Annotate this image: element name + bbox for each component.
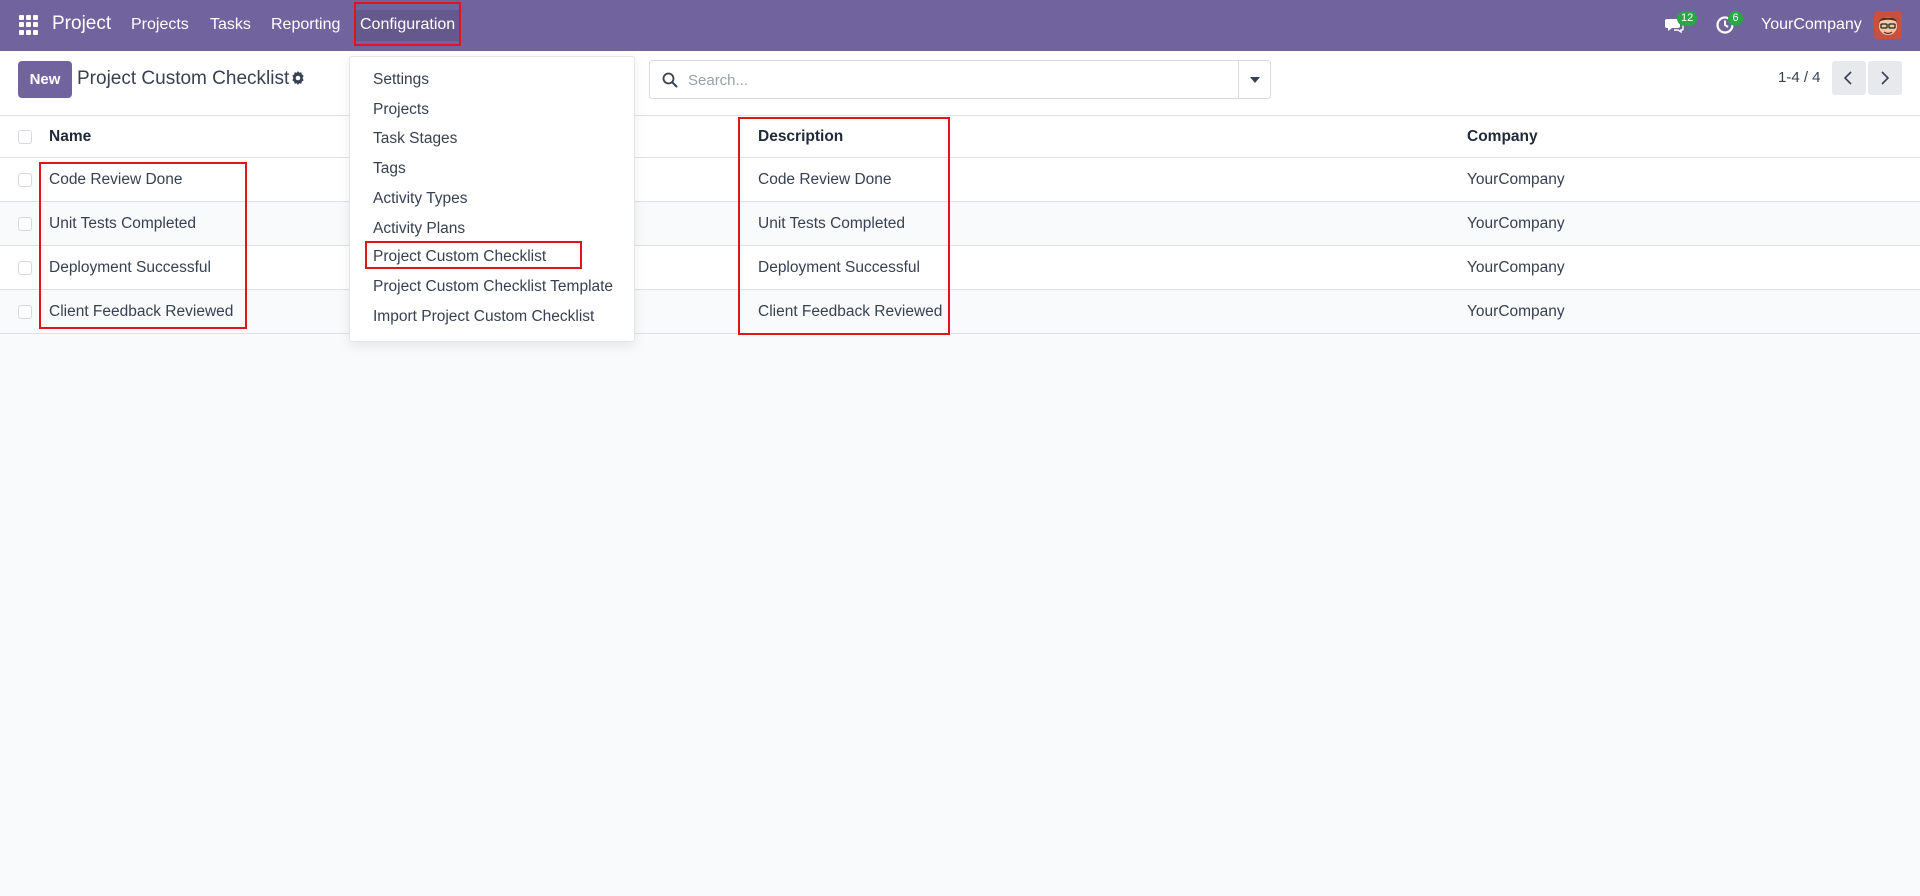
- table-row[interactable]: Code Review Done Code Review Done YourCo…: [0, 158, 1920, 202]
- configuration-dropdown: Settings Projects Task Stages Tags Activ…: [349, 56, 635, 342]
- search-bar[interactable]: [649, 60, 1271, 99]
- page-title: Project Custom Checklist: [77, 68, 290, 89]
- row-name: Client Feedback Reviewed: [49, 303, 234, 320]
- messages-icon[interactable]: 12: [1664, 11, 1698, 35]
- table-row[interactable]: Client Feedback Reviewed Client Feedback…: [0, 290, 1920, 334]
- column-header-company[interactable]: Company: [1467, 128, 1538, 146]
- row-checkbox[interactable]: [18, 173, 32, 187]
- menu-item-project-custom-checklist-template[interactable]: Project Custom Checklist Template: [373, 278, 613, 296]
- pager-previous-button[interactable]: [1832, 61, 1866, 95]
- company-switcher[interactable]: YourCompany: [1761, 16, 1862, 34]
- row-description: Unit Tests Completed: [758, 215, 906, 232]
- list-table: Name Description Company Code Review Don…: [0, 116, 1920, 334]
- menu-item-projects[interactable]: Projects: [373, 101, 429, 119]
- search-icon: [661, 71, 679, 89]
- control-panel: New Project Custom Checklist 1-4 / 4: [0, 51, 1920, 116]
- menu-configuration[interactable]: Configuration: [356, 10, 460, 41]
- chevron-right-icon: [1881, 71, 1890, 85]
- top-navbar: Project Projects Tasks Reporting Configu…: [0, 0, 1920, 51]
- row-company: YourCompany: [1467, 259, 1565, 276]
- menu-projects[interactable]: Projects: [131, 16, 189, 34]
- app-brand[interactable]: Project: [52, 13, 111, 35]
- row-company: YourCompany: [1467, 303, 1565, 320]
- row-company: YourCompany: [1467, 215, 1565, 232]
- menu-reporting[interactable]: Reporting: [271, 16, 340, 34]
- menu-item-task-stages[interactable]: Task Stages: [373, 130, 457, 148]
- menu-item-activity-plans[interactable]: Activity Plans: [373, 220, 465, 238]
- user-avatar[interactable]: [1874, 11, 1902, 39]
- pager-next-button[interactable]: [1868, 61, 1902, 95]
- row-name: Deployment Successful: [49, 259, 211, 276]
- menu-item-import-project-custom-checklist[interactable]: Import Project Custom Checklist: [373, 308, 594, 326]
- row-description: Deployment Successful: [758, 259, 920, 276]
- activities-badge: 6: [1728, 11, 1743, 26]
- row-checkbox[interactable]: [18, 217, 32, 231]
- table-row[interactable]: Unit Tests Completed Unit Tests Complete…: [0, 202, 1920, 246]
- pager-value[interactable]: 1-4 / 4: [1778, 69, 1821, 86]
- activities-icon[interactable]: 6: [1715, 11, 1743, 35]
- column-header-name[interactable]: Name: [49, 128, 91, 146]
- column-header-description[interactable]: Description: [758, 128, 843, 146]
- menu-item-tags[interactable]: Tags: [373, 160, 406, 178]
- search-input[interactable]: [688, 69, 1208, 91]
- table-header: Name Description Company: [0, 116, 1920, 158]
- menu-item-project-custom-checklist[interactable]: Project Custom Checklist: [373, 248, 546, 266]
- apps-grid-icon[interactable]: [19, 15, 39, 35]
- menu-tasks[interactable]: Tasks: [210, 16, 251, 34]
- row-description: Client Feedback Reviewed: [758, 303, 943, 320]
- row-checkbox[interactable]: [18, 261, 32, 275]
- row-name: Code Review Done: [49, 171, 183, 188]
- row-checkbox[interactable]: [18, 305, 32, 319]
- row-company: YourCompany: [1467, 171, 1565, 188]
- messages-badge: 12: [1677, 11, 1698, 26]
- row-name: Unit Tests Completed: [49, 215, 197, 232]
- menu-item-activity-types[interactable]: Activity Types: [373, 190, 467, 208]
- select-all-checkbox[interactable]: [18, 130, 32, 144]
- gear-icon[interactable]: [290, 70, 306, 86]
- search-options-toggle[interactable]: [1238, 61, 1270, 98]
- menu-item-settings[interactable]: Settings: [373, 71, 429, 89]
- new-button[interactable]: New: [18, 61, 72, 98]
- table-row[interactable]: Deployment Successful Deployment Success…: [0, 246, 1920, 290]
- row-description: Code Review Done: [758, 171, 892, 188]
- chevron-left-icon: [1843, 71, 1852, 85]
